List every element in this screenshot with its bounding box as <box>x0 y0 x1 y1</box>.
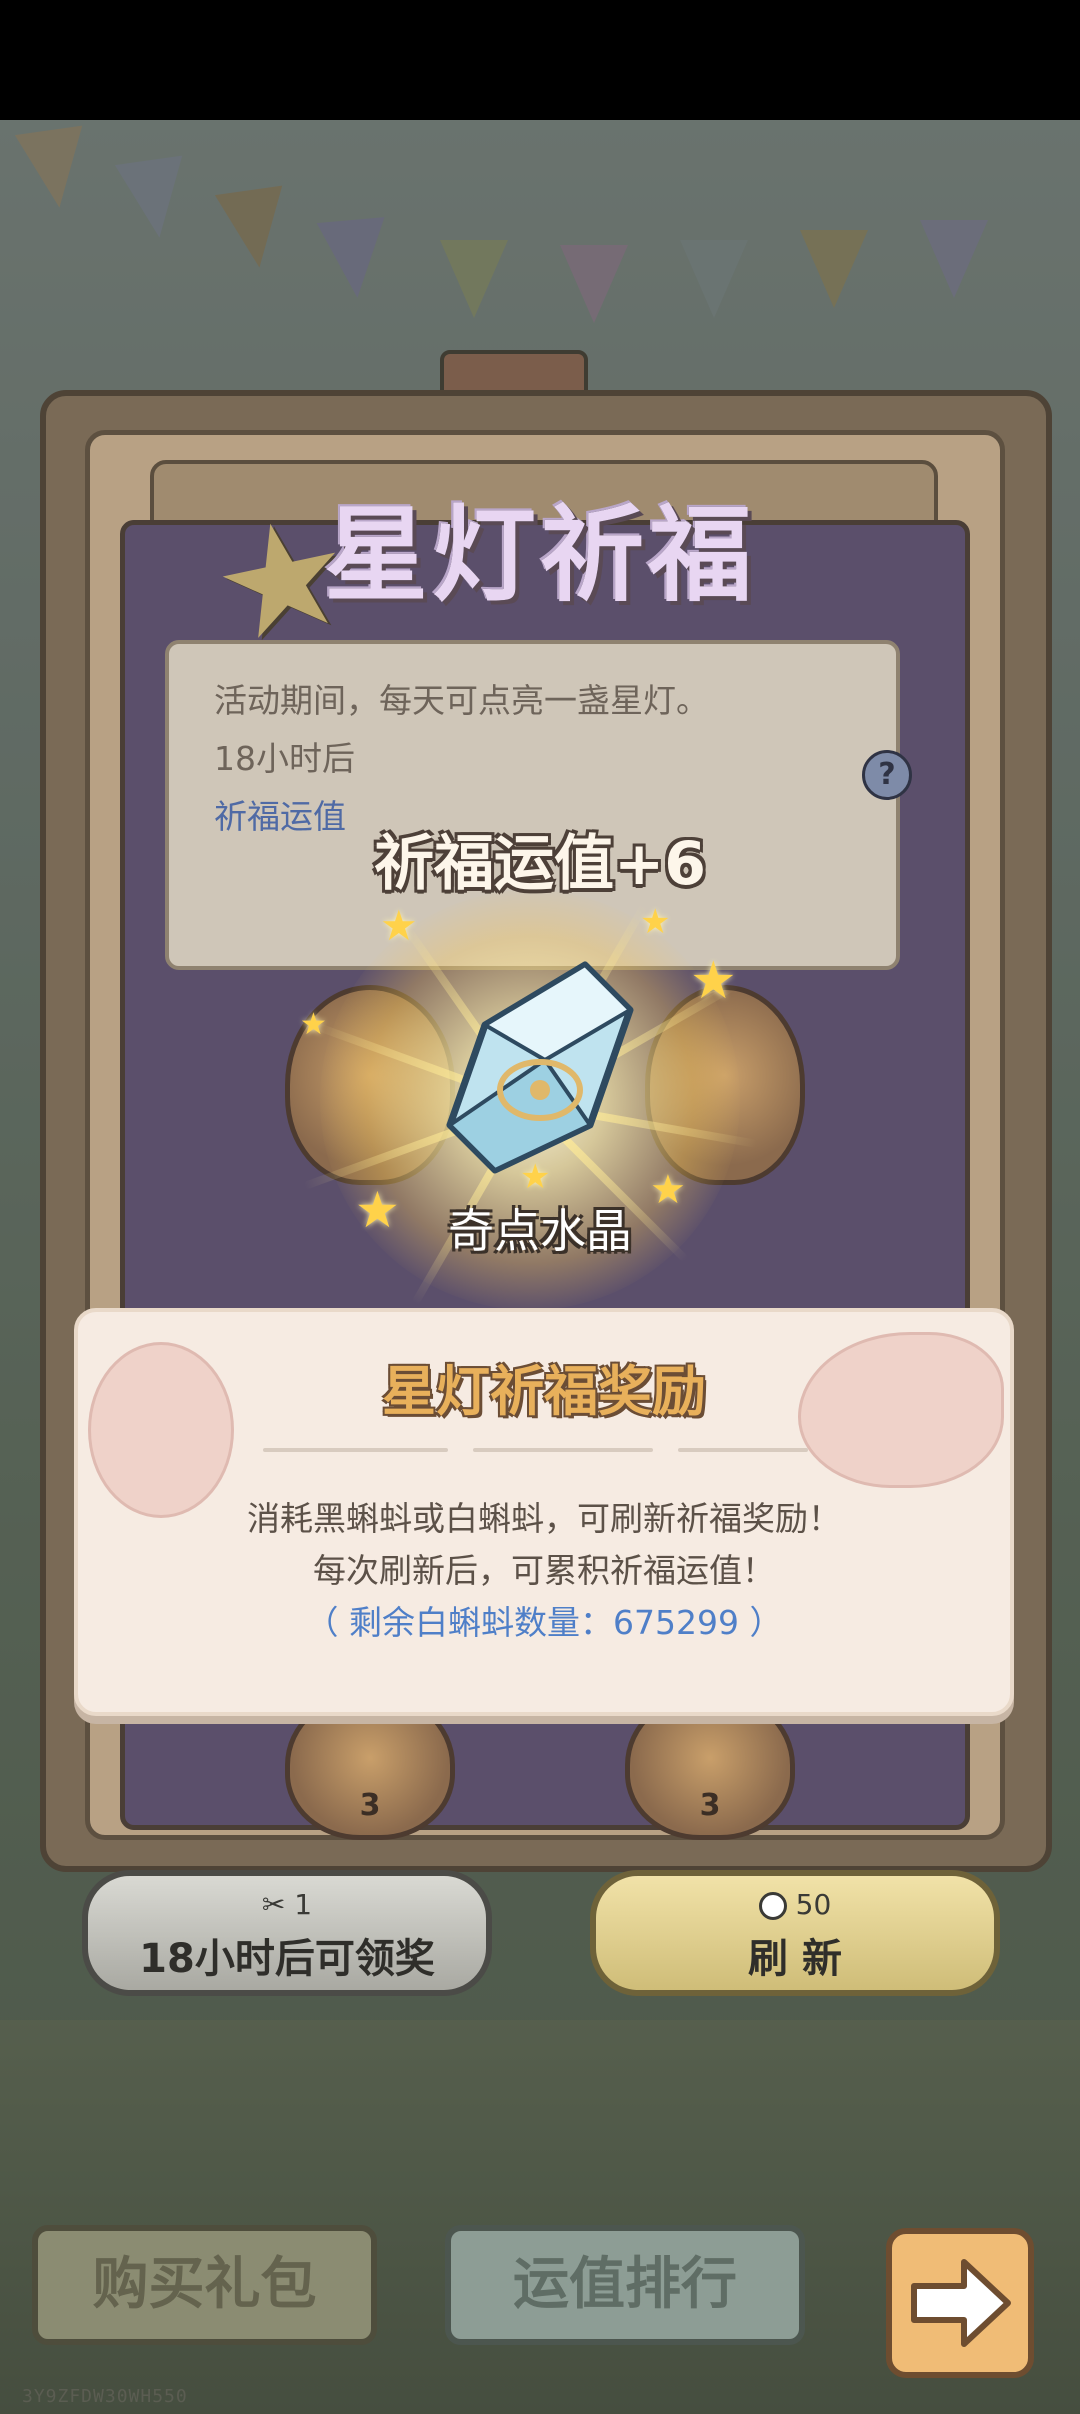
divider <box>263 1448 448 1452</box>
watermark: 3Y9ZFDW30WH550 <box>22 2386 188 2407</box>
buy-pack-button[interactable]: 购买礼包 <box>32 2225 377 2345</box>
sparkle-star-icon: ★ <box>300 1007 327 1042</box>
divider <box>473 1448 653 1452</box>
scissors-icon: ✂ <box>261 1888 286 1921</box>
claim-reward-button[interactable]: ✂ 1 18小时后可领奖 <box>82 1870 492 1996</box>
refresh-button-label: 刷 新 <box>748 1936 842 1982</box>
reward-item-name: 奇点水晶 <box>448 1204 632 1258</box>
claim-cost-value: 1 <box>294 1888 313 1921</box>
lantern-number: 3 <box>359 1788 381 1823</box>
sparkle-star-icon: ★ <box>640 902 671 942</box>
dialog-text: 每次刷新后，可累积祈福运值！ <box>313 1551 775 1590</box>
remaining-tadpole-count: （ 剩余白蝌蚪数量：675299 ） <box>305 1603 783 1642</box>
claim-button-label: 18小时后可领奖 <box>139 1936 435 1982</box>
refresh-button[interactable]: 50 刷 新 <box>590 1870 1000 1996</box>
help-icon[interactable]: ? <box>862 750 912 800</box>
lantern-number: 3 <box>699 1788 721 1823</box>
fortune-gain-text: 祈福运值+6 <box>373 829 707 899</box>
arrow-right-icon <box>911 2259 1011 2347</box>
info-line: 18小时后 <box>214 739 355 778</box>
sparkle-star-icon: ★ <box>380 901 418 950</box>
claim-cost: ✂ 1 <box>88 1888 486 1921</box>
divider <box>678 1448 808 1452</box>
refresh-cost-value: 50 <box>795 1888 832 1921</box>
tadpole-icon <box>758 1892 787 1920</box>
sparkle-star-icon: ★ <box>690 951 737 1011</box>
reward-dialog: 星灯祈福奖励 消耗黑蝌蚪或白蝌蚪，可刷新祈福奖励！ 每次刷新后，可累积祈福运值！… <box>74 1308 1014 1716</box>
ranking-button[interactable]: 运值排行 <box>445 2225 805 2345</box>
crystal-icon <box>446 961 634 1174</box>
event-title: 星灯祈福 <box>323 494 756 616</box>
dialog-text: 消耗黑蝌蚪或白蝌蚪，可刷新祈福奖励！ <box>247 1499 841 1538</box>
info-line: 活动期间，每天可点亮一盏星灯。 <box>214 681 709 720</box>
next-button[interactable] <box>886 2228 1034 2378</box>
dialog-title: 星灯祈福奖励 <box>382 1360 706 1423</box>
refresh-cost: 50 <box>596 1888 994 1921</box>
